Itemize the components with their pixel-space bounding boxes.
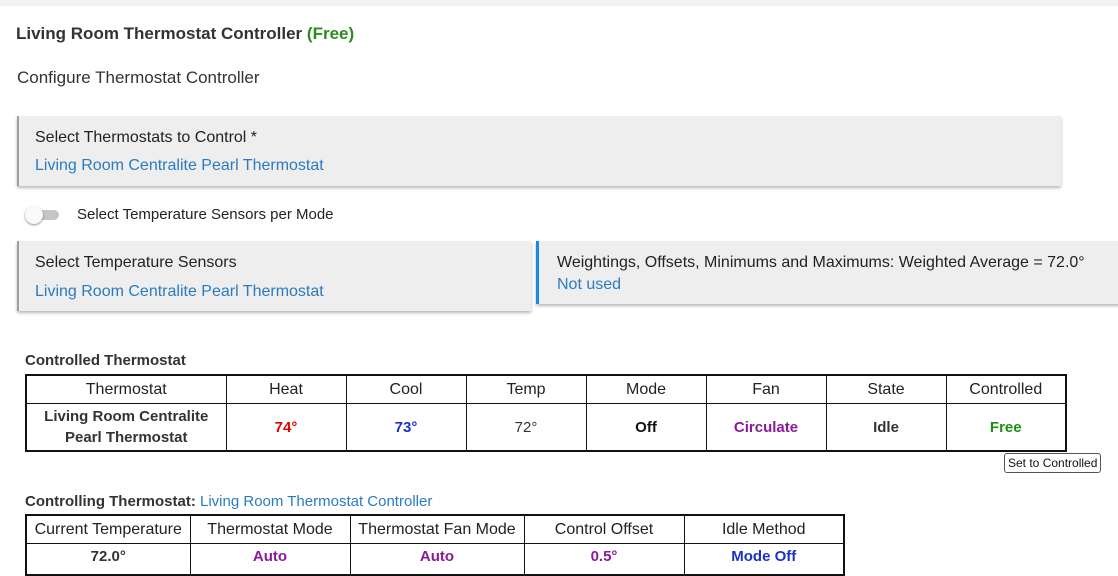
current-temperature-cell: 72.0°: [25, 543, 191, 576]
table-header-row: Thermostat Heat Cool Temp Mode Fan State…: [25, 374, 1067, 404]
controlling-thermostat-table: Current Temperature Thermostat Mode Ther…: [25, 514, 845, 576]
weightings-label: Weightings, Offsets, Minimums and Maximu…: [557, 254, 1085, 271]
controlled-thermostat-heading: Controlled Thermostat: [25, 352, 186, 369]
thermostat-name-cell: Living Room Centralite Pearl Thermostat: [25, 403, 227, 452]
controlling-thermostat-heading: Controlling Thermostat: Living Room Ther…: [25, 493, 432, 510]
select-thermostats-input[interactable]: Select Thermostats to Control * Living R…: [17, 116, 1061, 186]
thermostat-name-line2: Pearl Thermostat: [64, 429, 188, 446]
select-sensors-value[interactable]: Living Room Centralite Pearl Thermostat: [35, 283, 324, 301]
table-row: 72.0° Auto Auto 0.5° Mode Off: [25, 543, 845, 576]
column-header: Fan: [705, 374, 827, 404]
control-offset-cell[interactable]: 0.5°: [523, 543, 685, 576]
column-header: Controlled: [945, 374, 1067, 404]
column-header: State: [825, 374, 947, 404]
select-thermostats-value[interactable]: Living Room Centralite Pearl Thermostat: [35, 157, 324, 175]
weightings-value: Not used: [557, 276, 622, 293]
toggle-knob: [25, 206, 43, 224]
table-row: Living Room Centralite Pearl Thermostat 7…: [25, 403, 1067, 452]
app-title: Living Room Thermostat Controller (Free): [16, 24, 354, 44]
column-header: Thermostat Fan Mode: [349, 514, 525, 544]
fan-cell: Circulate: [705, 403, 827, 452]
column-header: Idle Method: [683, 514, 845, 544]
free-badge: (Free): [306, 24, 355, 43]
cool-setpoint-cell: 73°: [345, 403, 467, 452]
column-header: Thermostat: [25, 374, 227, 404]
controlled-toggle-button[interactable]: Free: [945, 403, 1067, 452]
controller-link[interactable]: Living Room Thermostat Controller: [200, 493, 432, 510]
mode-cell: Off: [585, 403, 707, 452]
column-header: Mode: [585, 374, 707, 404]
sensors-per-mode-label: Select Temperature Sensors per Mode: [77, 206, 334, 223]
weightings-button[interactable]: Weightings, Offsets, Minimums and Maximu…: [536, 241, 1118, 304]
select-thermostats-label: Select Thermostats to Control *: [35, 129, 258, 146]
thermostat-mode-cell[interactable]: Auto: [189, 543, 351, 576]
idle-method-cell[interactable]: Mode Off: [683, 543, 845, 576]
column-header: Current Temperature: [25, 514, 191, 544]
thermostat-name-line1: Living Room Centralite: [44, 408, 209, 425]
column-header: Temp: [465, 374, 587, 404]
heat-setpoint-cell: 74°: [225, 403, 347, 452]
controlled-thermostat-table: Thermostat Heat Cool Temp Mode Fan State…: [25, 374, 1067, 452]
select-sensors-label: Select Temperature Sensors: [35, 254, 237, 271]
select-temperature-sensors-input[interactable]: Select Temperature Sensors Living Room C…: [17, 241, 531, 311]
set-to-controlled-tooltip: Set to Controlled: [1004, 453, 1102, 473]
page-subtitle: Configure Thermostat Controller: [17, 68, 260, 87]
temperature-cell: 72°: [465, 403, 587, 452]
app-title-text: Living Room Thermostat Controller: [16, 24, 303, 43]
column-header: Heat: [225, 374, 347, 404]
top-divider: [0, 0, 1118, 6]
controlling-heading-text: Controlling Thermostat:: [25, 493, 196, 510]
fan-mode-cell[interactable]: Auto: [349, 543, 525, 576]
table-header-row: Current Temperature Thermostat Mode Ther…: [25, 514, 845, 544]
sensors-per-mode-toggle[interactable]: [25, 206, 61, 224]
state-cell: Idle: [825, 403, 947, 452]
column-header: Thermostat Mode: [189, 514, 351, 544]
column-header: Control Offset: [523, 514, 685, 544]
column-header: Cool: [345, 374, 467, 404]
